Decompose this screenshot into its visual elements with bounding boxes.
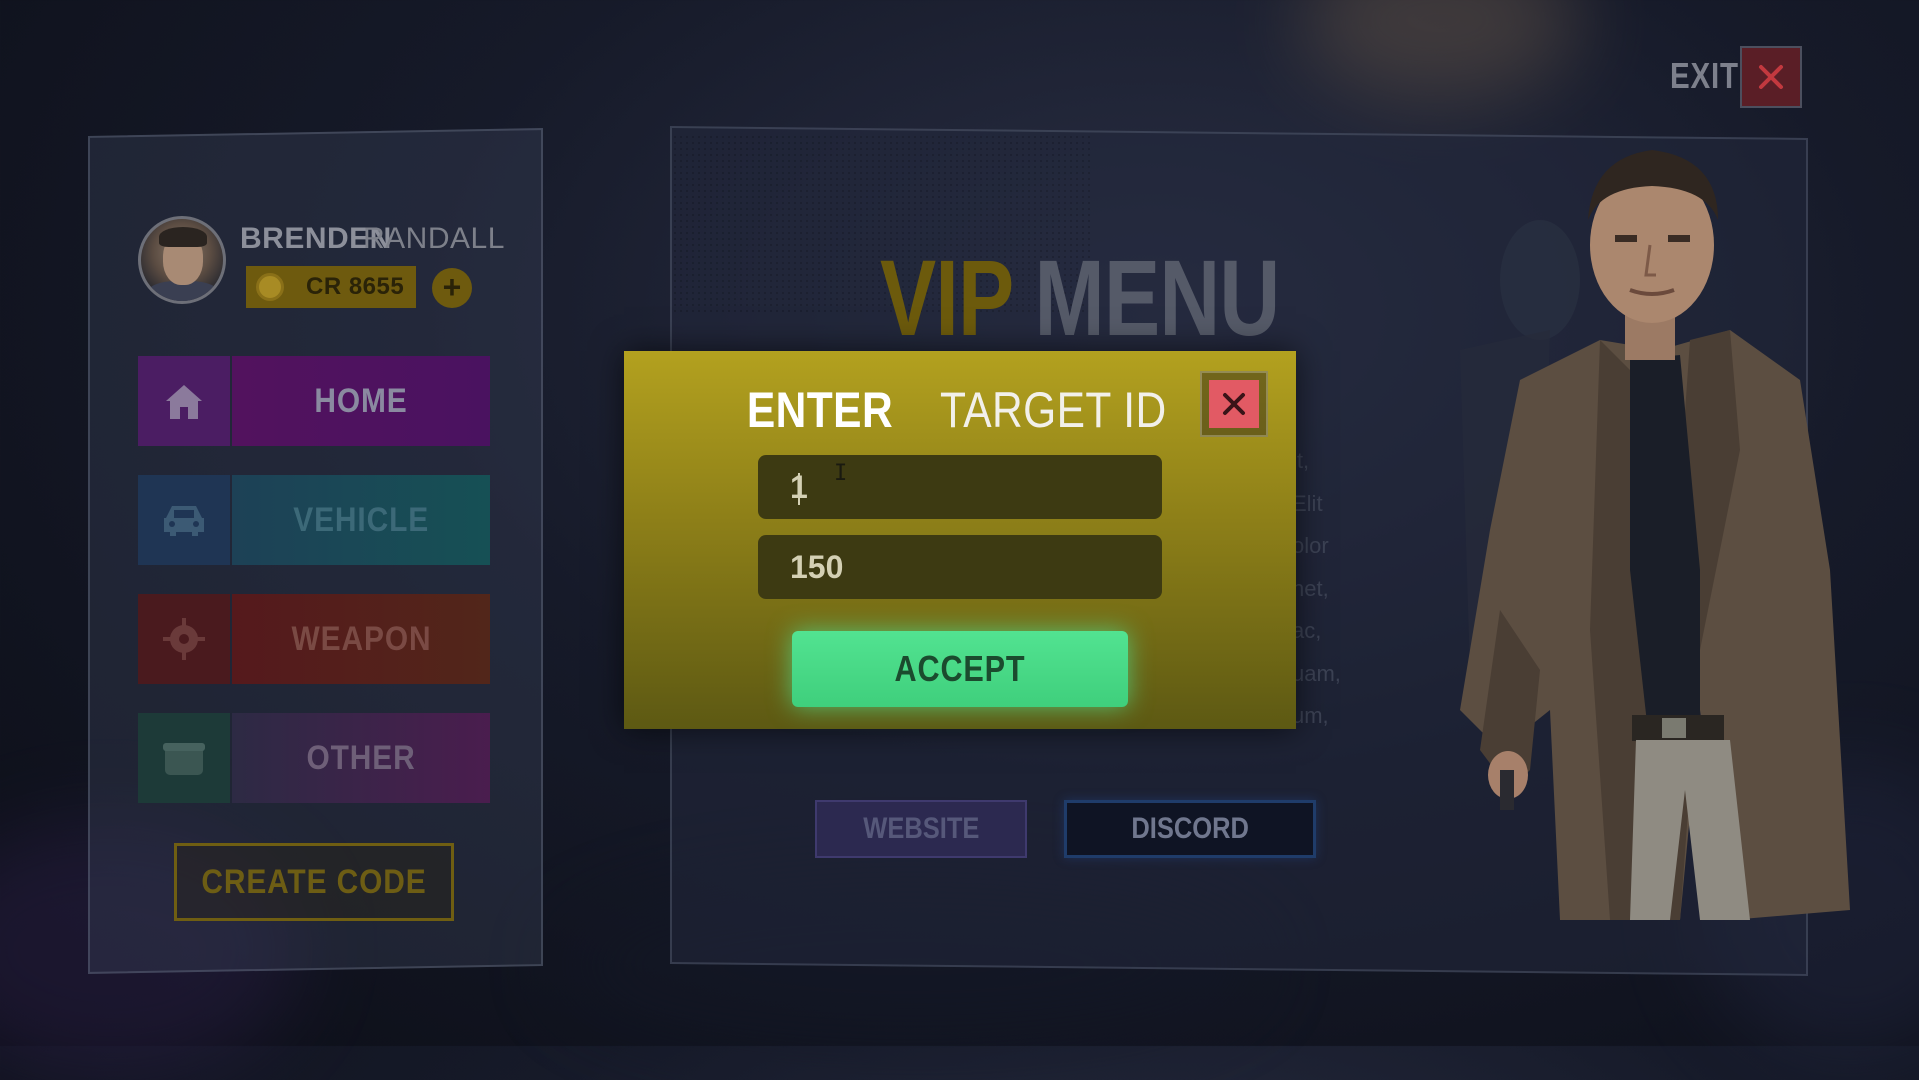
close-icon [1223,393,1245,415]
nav-vehicle-label: VEHICLE [293,500,429,539]
create-code-label: CREATE CODE [201,862,427,901]
modal-title-light: TARGET ID [939,382,1167,438]
modal-title: ENTER TARGET ID [624,381,1296,439]
nav-weapon[interactable]: WEAPON [138,594,490,684]
text-caret [798,473,800,505]
target-id-modal: ENTER TARGET ID I ACCEPT [624,351,1296,729]
home-icon [166,385,202,419]
car-icon [164,506,204,536]
credits-badge: CR 8655 [246,266,416,308]
page-title-vip: VIP [880,237,1013,358]
website-button[interactable]: WEBSITE [815,800,1027,858]
background-glow [1300,0,1580,100]
accept-button[interactable]: ACCEPT [792,631,1128,707]
box-icon [163,743,205,775]
add-credits-button[interactable]: + [432,268,472,308]
coin-icon [256,273,284,301]
mouse-text-cursor-icon: I [834,461,848,486]
description-text: it, Elit olor net, ac, uam, um, [1292,448,1341,728]
nav-home-label: HOME [314,381,408,420]
character-illustration [1460,150,1850,920]
create-code-button[interactable]: CREATE CODE [174,843,454,921]
user-last-name: RANDALL [363,222,505,255]
amount-input[interactable] [758,535,1162,599]
accept-label: ACCEPT [894,648,1026,689]
target-id-input[interactable] [758,455,1162,519]
credits-value: CR 8655 [306,273,405,300]
nav-home[interactable]: HOME [138,356,490,446]
page-title-menu: MENU [1034,237,1281,358]
avatar [138,216,226,304]
crosshair-icon [163,618,205,660]
modal-close-button[interactable] [1200,371,1268,437]
nav-other[interactable]: OTHER [138,713,490,803]
exit-button[interactable] [1740,46,1802,108]
close-icon [1759,65,1783,89]
discord-label: DISCORD [1131,812,1249,845]
website-label: WEBSITE [862,812,980,845]
nav-weapon-label: WEAPON [291,619,431,658]
modal-title-bold: ENTER [746,382,893,438]
discord-button[interactable]: DISCORD [1064,800,1316,858]
nav-other-label: OTHER [306,738,416,777]
nav-vehicle[interactable]: VEHICLE [138,475,490,565]
exit-label: EXIT [1670,55,1739,96]
page-title: VIP MENU [880,235,1281,360]
